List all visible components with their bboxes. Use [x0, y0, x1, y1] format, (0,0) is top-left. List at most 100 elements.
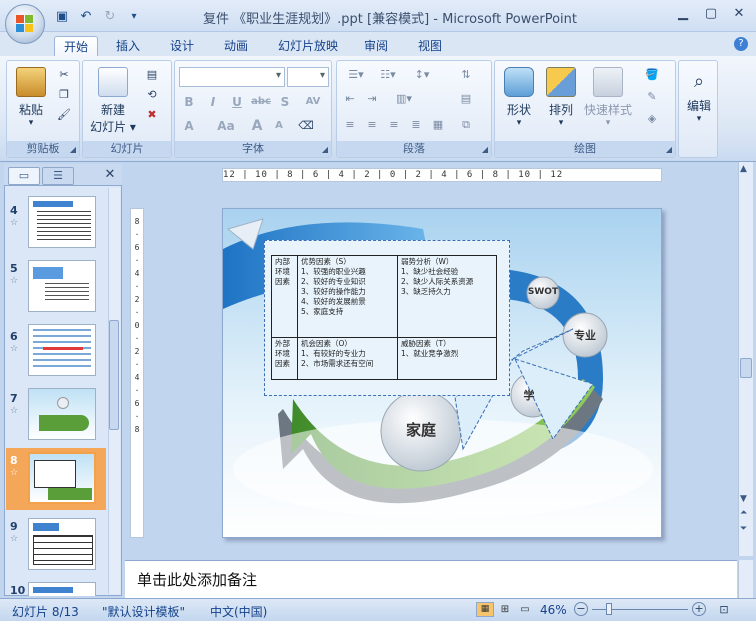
align-left-icon[interactable]: ≡	[341, 117, 359, 133]
italic-button[interactable]: I	[203, 93, 223, 111]
thumbnail-slide[interactable]: 10	[6, 580, 106, 596]
dialog-launcher-icon[interactable]: ◢	[322, 145, 328, 154]
customize-qat-icon[interactable]: ▾	[124, 7, 144, 25]
tab-review[interactable]: 审阅	[356, 36, 396, 56]
underline-button[interactable]: U	[227, 93, 247, 111]
tab-slideshow[interactable]: 幻灯片放映	[268, 36, 348, 56]
shapes-button[interactable]: 形状 ▾	[501, 67, 537, 128]
normal-view-icon[interactable]: ▦	[476, 602, 494, 617]
bullets-icon[interactable]: ☰▾	[341, 67, 371, 83]
align-right-icon[interactable]: ≡	[385, 117, 403, 133]
thumbnail-slide[interactable]: 4 ☆	[6, 192, 106, 250]
change-case-button[interactable]: Aa	[213, 117, 239, 135]
thumbnail-slide[interactable]: 6 ☆	[6, 320, 106, 378]
tab-label: 插入	[115, 39, 140, 53]
thumbnail-slide[interactable]: 9 ☆	[6, 516, 106, 574]
zoom-level[interactable]: 46%	[540, 603, 567, 617]
increase-indent-icon[interactable]: ⇥	[363, 91, 381, 107]
thumbnail-slide-selected[interactable]: 8 ☆	[6, 448, 106, 510]
group-editing: ⌕ 编辑 ▾	[678, 60, 718, 158]
cut-icon[interactable]: ✂	[55, 67, 73, 83]
close-pane-icon[interactable]: ✕	[102, 167, 118, 183]
swot-callout[interactable]: 内部环境因素 优势因素（S） 1、较强的职业兴趣 2、较好的专业知识 3、较好的…	[264, 240, 510, 396]
close-icon[interactable]: ✕	[726, 4, 752, 24]
shape-fill-icon[interactable]: 🪣	[643, 67, 661, 83]
dialog-launcher-icon[interactable]: ◢	[482, 145, 488, 154]
minimize-icon[interactable]: ▁	[670, 4, 696, 24]
undo-icon[interactable]: ↶	[76, 7, 96, 25]
zoom-in-icon[interactable]: +	[692, 602, 706, 616]
tab-outline[interactable]: ☰	[42, 167, 74, 185]
layout-icon[interactable]: ▤	[143, 67, 161, 83]
justify-icon[interactable]: ≣	[407, 117, 425, 133]
scroll-up-icon[interactable]: ▲	[740, 164, 747, 174]
fit-to-window-icon[interactable]: ⊡	[716, 602, 732, 617]
smartart-icon[interactable]: ⧉	[457, 117, 475, 133]
reset-icon[interactable]: ⟲	[143, 87, 161, 103]
thumbnail-slide[interactable]: 5 ☆	[6, 256, 106, 314]
text-direction-icon[interactable]: ⇅	[457, 67, 475, 83]
opportunities-cell: 机会因素（O） 1、有较好的专业力 2、市场需求还有空间	[297, 337, 398, 380]
quick-styles-button[interactable]: 快速样式 ▾	[583, 67, 633, 128]
tab-insert[interactable]: 插入	[108, 36, 148, 56]
font-name-combo[interactable]	[179, 67, 285, 87]
thumbnail-scroll-thumb[interactable]	[109, 320, 119, 430]
editing-button[interactable]: ⌕ 编辑 ▾	[681, 67, 717, 124]
tab-view[interactable]: 视图	[410, 36, 450, 56]
delete-slide-icon[interactable]: ✖	[143, 107, 161, 123]
format-painter-icon[interactable]: 🖌	[55, 107, 73, 123]
decrease-indent-icon[interactable]: ⇤	[341, 91, 359, 107]
distributed-icon[interactable]: ▦	[429, 117, 447, 133]
transition-icon: ☆	[10, 276, 19, 286]
strikethrough-button[interactable]: abc	[251, 93, 271, 111]
transition-icon: ☆	[10, 468, 19, 478]
shape-effects-icon[interactable]: ◈	[643, 111, 661, 127]
zoom-out-icon[interactable]: −	[574, 602, 588, 616]
list-item: 1、就业竞争激烈	[401, 349, 459, 358]
scroll-thumb[interactable]	[740, 358, 752, 378]
clear-format-icon[interactable]: ⌫	[297, 118, 315, 134]
notes-scrollbar[interactable]	[738, 560, 753, 598]
scroll-down-icon[interactable]: ▼	[740, 494, 747, 504]
tab-home[interactable]: 开始	[54, 36, 98, 56]
tab-design[interactable]: 设计	[162, 36, 202, 56]
columns-icon[interactable]: ▥▾	[389, 91, 419, 107]
dialog-launcher-icon[interactable]: ◢	[666, 145, 672, 154]
slide-scrollbar[interactable]: ▲ ▼ ⏶ ⏷	[738, 162, 753, 556]
font-color-button[interactable]: A	[179, 117, 199, 135]
slideshow-view-icon[interactable]: ▭	[516, 602, 534, 617]
tab-animations[interactable]: 动画	[216, 36, 256, 56]
char-spacing-button[interactable]: AV	[299, 93, 327, 111]
previous-slide-icon[interactable]: ⏶	[740, 508, 747, 518]
shadow-button[interactable]: S	[275, 93, 295, 111]
thumbnail-slide[interactable]: 7 ☆	[6, 384, 106, 442]
grow-font-button[interactable]: A	[247, 117, 267, 135]
office-button[interactable]	[5, 4, 45, 44]
align-center-icon[interactable]: ≡	[363, 117, 381, 133]
arrange-icon	[546, 67, 576, 97]
arrange-button[interactable]: 排列 ▾	[543, 67, 579, 128]
paste-button[interactable]: 粘贴 ▾	[13, 67, 49, 128]
next-slide-icon[interactable]: ⏷	[740, 524, 747, 534]
save-icon[interactable]: ▣	[52, 7, 72, 25]
maximize-icon[interactable]: ▢	[698, 4, 724, 24]
font-size-combo[interactable]	[287, 67, 329, 87]
sorter-view-icon[interactable]: ⊞	[496, 602, 514, 617]
redo-icon[interactable]: ↻	[100, 7, 120, 25]
numbering-icon[interactable]: ☷▾	[373, 67, 403, 83]
dialog-launcher-icon[interactable]: ◢	[70, 145, 76, 154]
help-icon[interactable]: ?	[734, 37, 748, 51]
zoom-slider-thumb[interactable]	[606, 603, 612, 615]
shrink-font-button[interactable]: A	[269, 117, 289, 135]
list-item: 2、缺少人际关系资源	[401, 277, 474, 286]
list-item: 1、缺少社会经验	[401, 267, 459, 276]
align-text-icon[interactable]: ▤	[457, 91, 475, 107]
notes-pane[interactable]: 单击此处添加备注	[125, 560, 737, 598]
copy-icon[interactable]: ❐	[55, 87, 73, 103]
line-spacing-icon[interactable]: ↕▾	[407, 67, 437, 83]
tab-slides-thumbs[interactable]: ▭	[8, 167, 40, 185]
transition-icon: ☆	[10, 218, 19, 228]
shape-outline-icon[interactable]: ✎	[643, 89, 661, 105]
new-slide-button[interactable]: 新建 幻灯片 ▾	[87, 67, 139, 135]
bold-button[interactable]: B	[179, 93, 199, 111]
